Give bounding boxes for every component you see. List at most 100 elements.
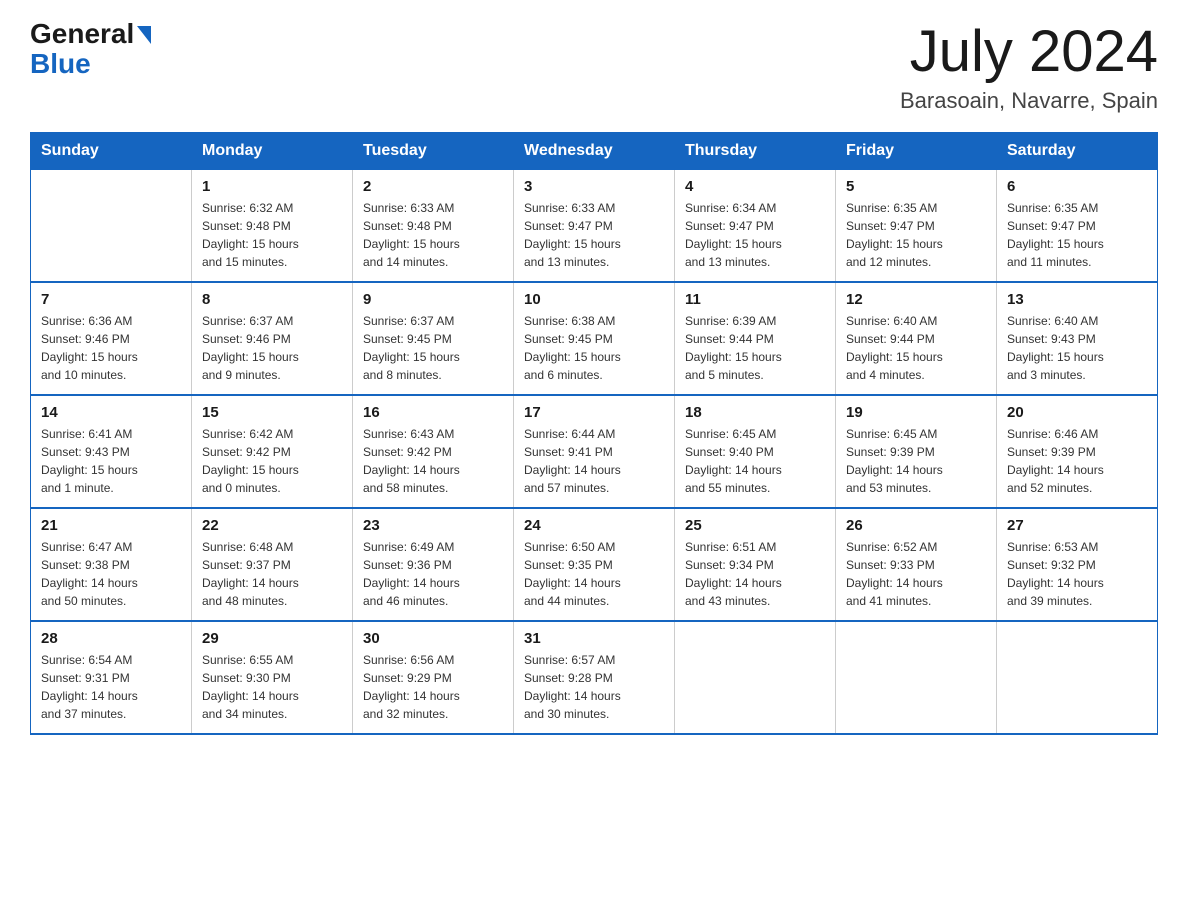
calendar-cell: 26 Sunrise: 6:52 AMSunset: 9:33 PMDayligh… bbox=[836, 508, 997, 621]
day-info: Sunrise: 6:43 AMSunset: 9:42 PMDaylight:… bbox=[363, 425, 503, 497]
calendar-cell bbox=[31, 169, 192, 282]
day-info: Sunrise: 6:41 AMSunset: 9:43 PMDaylight:… bbox=[41, 425, 181, 497]
month-title: July 2024 bbox=[900, 20, 1158, 84]
calendar-cell bbox=[675, 621, 836, 734]
day-number: 2 bbox=[363, 178, 503, 195]
weekday-header-thursday: Thursday bbox=[675, 132, 836, 169]
calendar-cell: 27 Sunrise: 6:53 AMSunset: 9:32 PMDayligh… bbox=[997, 508, 1158, 621]
location-subtitle: Barasoain, Navarre, Spain bbox=[900, 88, 1158, 114]
day-info: Sunrise: 6:44 AMSunset: 9:41 PMDaylight:… bbox=[524, 425, 664, 497]
calendar-cell: 6 Sunrise: 6:35 AMSunset: 9:47 PMDaylight… bbox=[997, 169, 1158, 282]
day-info: Sunrise: 6:36 AMSunset: 9:46 PMDaylight:… bbox=[41, 312, 181, 384]
day-number: 21 bbox=[41, 517, 181, 534]
calendar-cell: 1 Sunrise: 6:32 AMSunset: 9:48 PMDaylight… bbox=[192, 169, 353, 282]
day-number: 24 bbox=[524, 517, 664, 534]
title-block: July 2024 Barasoain, Navarre, Spain bbox=[900, 20, 1158, 114]
calendar-cell: 4 Sunrise: 6:34 AMSunset: 9:47 PMDaylight… bbox=[675, 169, 836, 282]
header: General Blue July 2024 Barasoain, Navarr… bbox=[30, 20, 1158, 114]
calendar-cell: 13Sunrise: 6:40 AMSunset: 9:43 PMDayligh… bbox=[997, 282, 1158, 395]
day-number: 8 bbox=[202, 291, 342, 308]
calendar-cell: 22Sunrise: 6:48 AMSunset: 9:37 PMDayligh… bbox=[192, 508, 353, 621]
calendar-cell bbox=[836, 621, 997, 734]
day-info: Sunrise: 6:38 AMSunset: 9:45 PMDaylight:… bbox=[524, 312, 664, 384]
day-number: 27 bbox=[1007, 517, 1147, 534]
day-number: 4 bbox=[685, 178, 825, 195]
day-info: Sunrise: 6:46 AMSunset: 9:39 PMDaylight:… bbox=[1007, 425, 1147, 497]
calendar-cell: 7 Sunrise: 6:36 AMSunset: 9:46 PMDaylight… bbox=[31, 282, 192, 395]
day-number: 16 bbox=[363, 404, 503, 421]
day-info: Sunrise: 6:48 AMSunset: 9:37 PMDaylight:… bbox=[202, 538, 342, 610]
calendar-table: SundayMondayTuesdayWednesdayThursdayFrid… bbox=[30, 132, 1158, 735]
calendar-cell: 30 Sunrise: 6:56 AMSunset: 9:29 PMDayligh… bbox=[353, 621, 514, 734]
calendar-week-row: 1 Sunrise: 6:32 AMSunset: 9:48 PMDaylight… bbox=[31, 169, 1158, 282]
day-info: Sunrise: 6:49 AMSunset: 9:36 PMDaylight:… bbox=[363, 538, 503, 610]
day-info: Sunrise: 6:33 AMSunset: 9:47 PMDaylight:… bbox=[524, 199, 664, 271]
day-info: Sunrise: 6:52 AMSunset: 9:33 PMDaylight:… bbox=[846, 538, 986, 610]
day-number: 28 bbox=[41, 630, 181, 647]
day-number: 29 bbox=[202, 630, 342, 647]
day-info: Sunrise: 6:37 AMSunset: 9:46 PMDaylight:… bbox=[202, 312, 342, 384]
weekday-header-row: SundayMondayTuesdayWednesdayThursdayFrid… bbox=[31, 132, 1158, 169]
day-info: Sunrise: 6:57 AMSunset: 9:28 PMDaylight:… bbox=[524, 651, 664, 723]
day-info: Sunrise: 6:45 AMSunset: 9:39 PMDaylight:… bbox=[846, 425, 986, 497]
day-number: 14 bbox=[41, 404, 181, 421]
logo-general: General bbox=[30, 20, 151, 48]
calendar-week-row: 28Sunrise: 6:54 AMSunset: 9:31 PMDayligh… bbox=[31, 621, 1158, 734]
weekday-header-monday: Monday bbox=[192, 132, 353, 169]
day-number: 11 bbox=[685, 291, 825, 308]
day-number: 1 bbox=[202, 178, 342, 195]
calendar-week-row: 14 Sunrise: 6:41 AMSunset: 9:43 PMDayligh… bbox=[31, 395, 1158, 508]
day-number: 17 bbox=[524, 404, 664, 421]
day-number: 10 bbox=[524, 291, 664, 308]
calendar-cell: 31Sunrise: 6:57 AMSunset: 9:28 PMDayligh… bbox=[514, 621, 675, 734]
day-number: 6 bbox=[1007, 178, 1147, 195]
calendar-cell: 18Sunrise: 6:45 AMSunset: 9:40 PMDayligh… bbox=[675, 395, 836, 508]
day-number: 23 bbox=[363, 517, 503, 534]
day-info: Sunrise: 6:37 AMSunset: 9:45 PMDaylight:… bbox=[363, 312, 503, 384]
day-info: Sunrise: 6:47 AMSunset: 9:38 PMDaylight:… bbox=[41, 538, 181, 610]
day-info: Sunrise: 6:32 AMSunset: 9:48 PMDaylight:… bbox=[202, 199, 342, 271]
calendar-cell: 28Sunrise: 6:54 AMSunset: 9:31 PMDayligh… bbox=[31, 621, 192, 734]
day-info: Sunrise: 6:56 AMSunset: 9:29 PMDaylight:… bbox=[363, 651, 503, 723]
day-number: 30 bbox=[363, 630, 503, 647]
day-number: 19 bbox=[846, 404, 986, 421]
day-info: Sunrise: 6:51 AMSunset: 9:34 PMDaylight:… bbox=[685, 538, 825, 610]
day-info: Sunrise: 6:35 AMSunset: 9:47 PMDaylight:… bbox=[846, 199, 986, 271]
calendar-cell: 15Sunrise: 6:42 AMSunset: 9:42 PMDayligh… bbox=[192, 395, 353, 508]
calendar-cell: 24Sunrise: 6:50 AMSunset: 9:35 PMDayligh… bbox=[514, 508, 675, 621]
day-number: 12 bbox=[846, 291, 986, 308]
calendar-week-row: 7 Sunrise: 6:36 AMSunset: 9:46 PMDaylight… bbox=[31, 282, 1158, 395]
calendar-cell: 3 Sunrise: 6:33 AMSunset: 9:47 PMDaylight… bbox=[514, 169, 675, 282]
day-number: 5 bbox=[846, 178, 986, 195]
day-info: Sunrise: 6:34 AMSunset: 9:47 PMDaylight:… bbox=[685, 199, 825, 271]
day-info: Sunrise: 6:35 AMSunset: 9:47 PMDaylight:… bbox=[1007, 199, 1147, 271]
day-number: 13 bbox=[1007, 291, 1147, 308]
calendar-cell: 5 Sunrise: 6:35 AMSunset: 9:47 PMDaylight… bbox=[836, 169, 997, 282]
calendar-cell: 9Sunrise: 6:37 AMSunset: 9:45 PMDaylight… bbox=[353, 282, 514, 395]
day-info: Sunrise: 6:53 AMSunset: 9:32 PMDaylight:… bbox=[1007, 538, 1147, 610]
calendar-cell: 19 Sunrise: 6:45 AMSunset: 9:39 PMDayligh… bbox=[836, 395, 997, 508]
calendar-cell: 16 Sunrise: 6:43 AMSunset: 9:42 PMDayligh… bbox=[353, 395, 514, 508]
calendar-cell: 8 Sunrise: 6:37 AMSunset: 9:46 PMDaylight… bbox=[192, 282, 353, 395]
logo-general-text: General bbox=[30, 20, 134, 48]
calendar-cell: 14 Sunrise: 6:41 AMSunset: 9:43 PMDayligh… bbox=[31, 395, 192, 508]
calendar-cell: 17 Sunrise: 6:44 AMSunset: 9:41 PMDayligh… bbox=[514, 395, 675, 508]
day-number: 3 bbox=[524, 178, 664, 195]
weekday-header-friday: Friday bbox=[836, 132, 997, 169]
logo-arrow-icon bbox=[137, 26, 151, 44]
weekday-header-wednesday: Wednesday bbox=[514, 132, 675, 169]
logo: General Blue bbox=[30, 20, 151, 78]
day-number: 18 bbox=[685, 404, 825, 421]
calendar-cell: 2 Sunrise: 6:33 AMSunset: 9:48 PMDaylight… bbox=[353, 169, 514, 282]
day-info: Sunrise: 6:39 AMSunset: 9:44 PMDaylight:… bbox=[685, 312, 825, 384]
day-info: Sunrise: 6:33 AMSunset: 9:48 PMDaylight:… bbox=[363, 199, 503, 271]
calendar-cell: 10 Sunrise: 6:38 AMSunset: 9:45 PMDayligh… bbox=[514, 282, 675, 395]
day-number: 7 bbox=[41, 291, 181, 308]
day-info: Sunrise: 6:40 AMSunset: 9:44 PMDaylight:… bbox=[846, 312, 986, 384]
day-number: 25 bbox=[685, 517, 825, 534]
calendar-cell bbox=[997, 621, 1158, 734]
calendar-week-row: 21 Sunrise: 6:47 AMSunset: 9:38 PMDayligh… bbox=[31, 508, 1158, 621]
calendar-cell: 20Sunrise: 6:46 AMSunset: 9:39 PMDayligh… bbox=[997, 395, 1158, 508]
calendar-cell: 23 Sunrise: 6:49 AMSunset: 9:36 PMDayligh… bbox=[353, 508, 514, 621]
day-number: 26 bbox=[846, 517, 986, 534]
